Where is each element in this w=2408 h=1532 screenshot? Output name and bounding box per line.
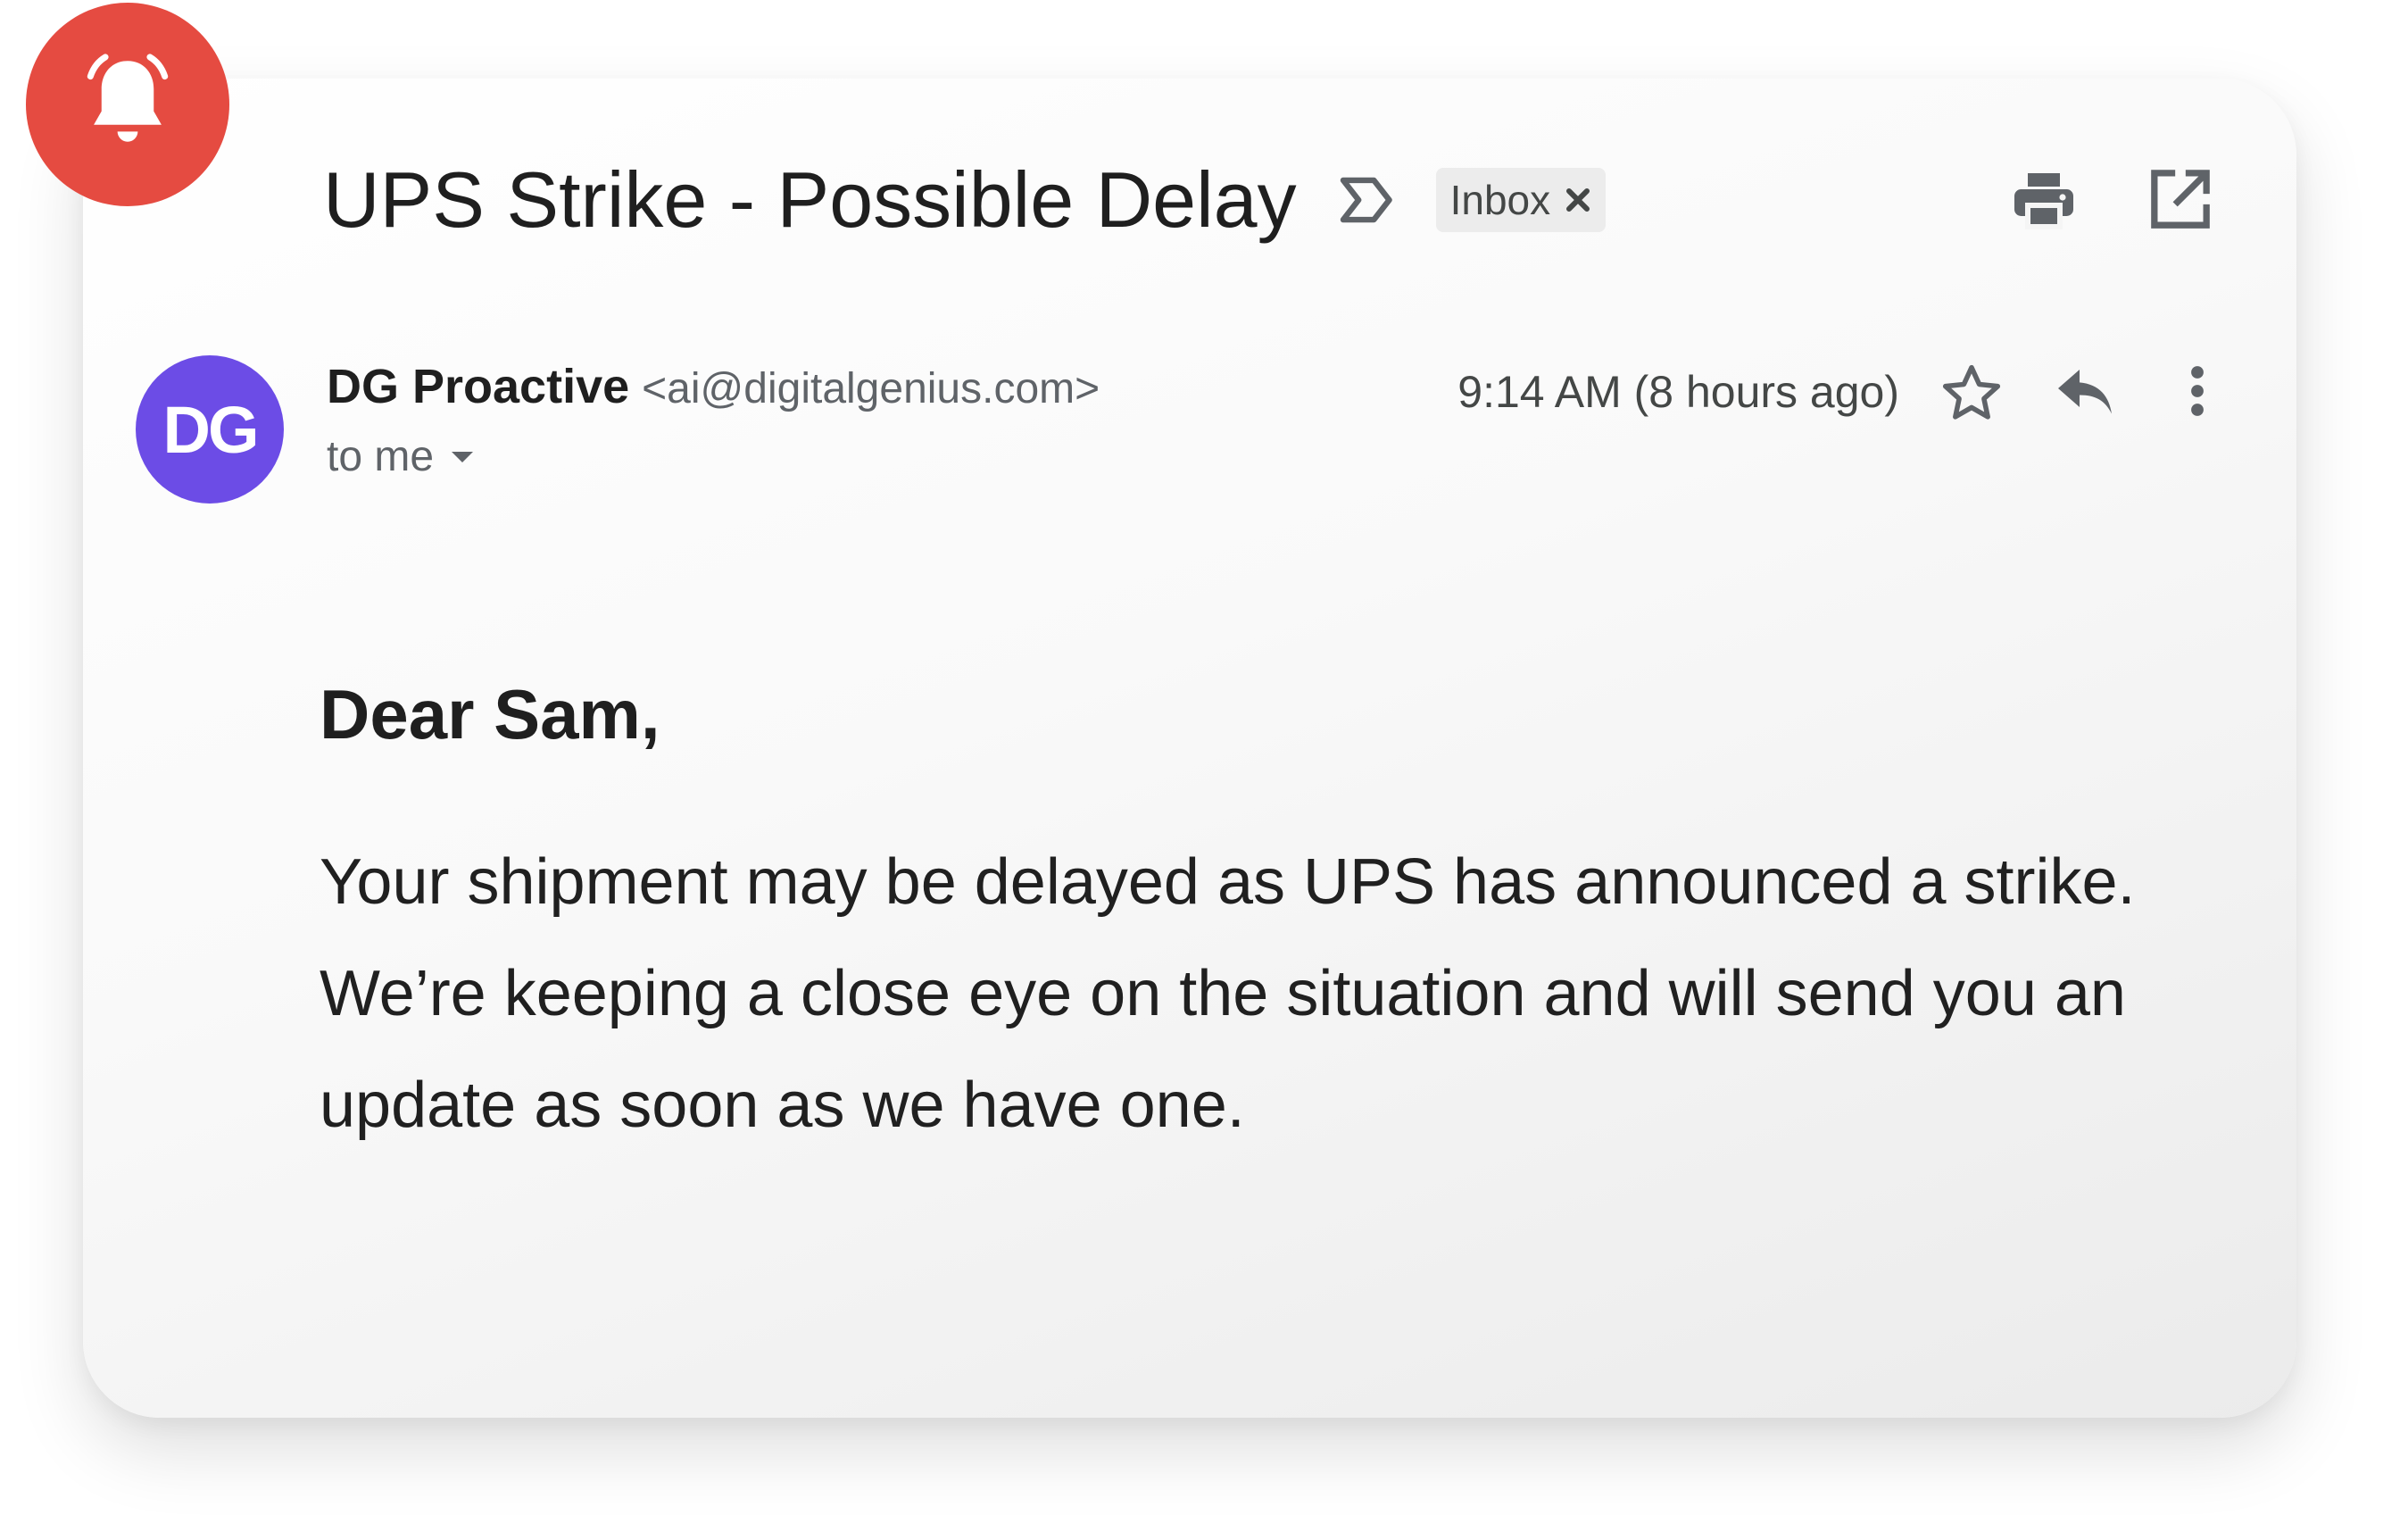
reply-button[interactable] bbox=[2053, 364, 2117, 418]
avatar-initials: DG bbox=[162, 392, 260, 467]
recipient-details-toggle[interactable]: to me bbox=[327, 432, 475, 481]
recipient-text: to me bbox=[327, 433, 435, 480]
close-icon[interactable] bbox=[1565, 187, 1591, 213]
more-options-button[interactable] bbox=[2187, 364, 2208, 418]
importance-marker-icon[interactable] bbox=[1338, 176, 1397, 224]
email-greeting: Dear Sam, bbox=[320, 675, 660, 754]
label-chip-text: Inbox bbox=[1449, 177, 1551, 223]
email-body: Dear Sam, Your shipment may be delayed a… bbox=[320, 670, 2176, 1161]
notification-badge bbox=[26, 3, 229, 206]
email-subject: UPS Strike - Possible Delay bbox=[323, 155, 1297, 244]
more-vertical-icon bbox=[2191, 366, 2204, 416]
email-message: Your shipment may be delayed as UPS has … bbox=[320, 846, 2136, 1141]
sender-name[interactable]: DG Proactive bbox=[327, 359, 629, 414]
bell-icon bbox=[87, 54, 169, 142]
print-button[interactable] bbox=[2012, 170, 2076, 230]
sender-line: DG Proactive <ai@digitalgenius.com> bbox=[327, 359, 1100, 414]
sender-email: <ai@digitalgenius.com> bbox=[642, 365, 1100, 412]
subject-row: UPS Strike - Possible Delay Inbox bbox=[323, 150, 1607, 250]
star-icon bbox=[1942, 364, 2001, 420]
print-icon bbox=[2014, 173, 2073, 229]
star-button[interactable] bbox=[1939, 361, 2005, 427]
email-timestamp: 9:14 AM (8 hours ago) bbox=[1457, 367, 1899, 417]
caret-down-icon bbox=[452, 451, 474, 462]
sender-avatar[interactable]: DG bbox=[136, 355, 284, 504]
reply-icon bbox=[2058, 370, 2112, 414]
open-in-new-window-button[interactable] bbox=[2149, 168, 2212, 230]
label-chip-inbox[interactable]: Inbox bbox=[1435, 168, 1607, 232]
open-in-new-window-icon bbox=[2151, 170, 2210, 229]
